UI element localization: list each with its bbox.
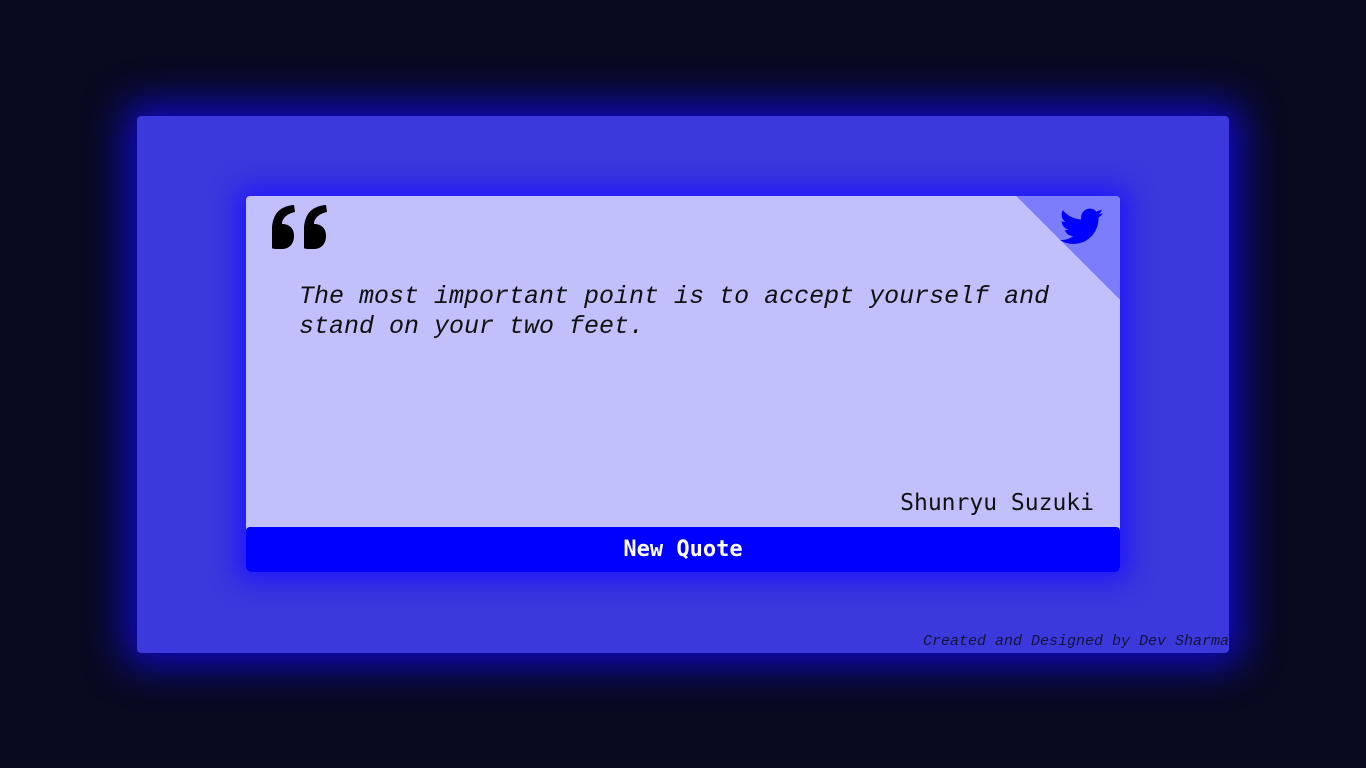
credit-text: Created and Designed by Dev Sharma — [922, 633, 1229, 650]
quote-machine-panel: The most important point is to accept yo… — [137, 116, 1229, 653]
quote-author: Shunryu Suzuki — [900, 490, 1094, 516]
quote-card: The most important point is to accept yo… — [246, 196, 1120, 572]
new-quote-button[interactable]: New Quote — [246, 527, 1120, 572]
quote-text: The most important point is to accept yo… — [299, 282, 1050, 341]
quote-icon — [272, 205, 327, 249]
twitter-icon[interactable] — [1060, 208, 1104, 246]
